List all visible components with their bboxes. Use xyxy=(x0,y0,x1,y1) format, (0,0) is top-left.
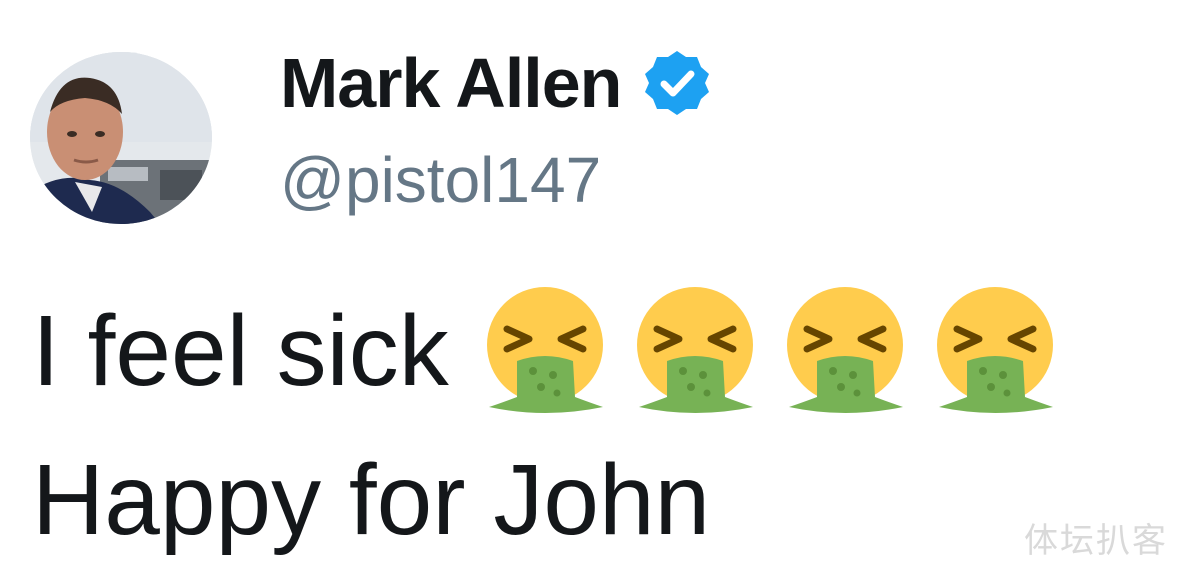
emoji-row xyxy=(483,285,1057,417)
display-name-row: Mark Allen xyxy=(280,38,713,128)
vomiting-face-icon xyxy=(486,287,603,413)
vomiting-face-icon xyxy=(936,287,1053,413)
display-name[interactable]: Mark Allen xyxy=(280,48,622,118)
tweet-text-line-1: I feel sick xyxy=(32,295,449,407)
tweet-text-line-2: Happy for John xyxy=(32,444,711,556)
tweet-line-1: I feel sick xyxy=(32,285,1057,417)
avatar-photo xyxy=(30,52,212,224)
avatar[interactable] xyxy=(30,52,212,224)
verified-badge-icon xyxy=(645,51,710,115)
vomiting-face-icon xyxy=(786,287,903,413)
vomiting-face-icon xyxy=(636,287,753,413)
watermark: 体坛扒客 xyxy=(1024,521,1168,561)
username-handle[interactable]: @pistol147 xyxy=(280,148,601,212)
